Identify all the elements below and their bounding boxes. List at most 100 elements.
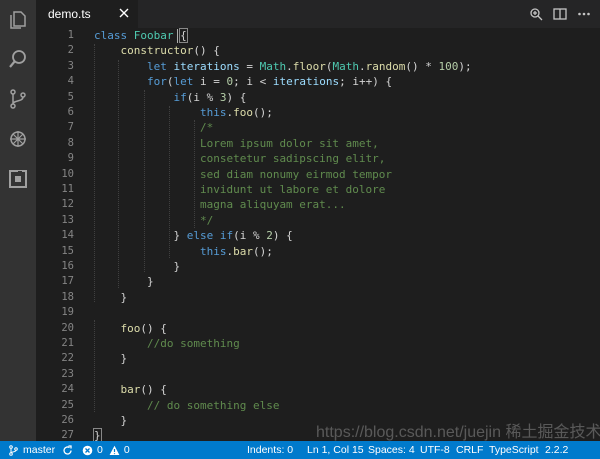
code-line-4: for(let i = 0; i < iterations; i++) { [94, 74, 392, 89]
code-line-17: } [94, 274, 154, 289]
token-punct: (); [252, 244, 273, 258]
token-keyword: if [219, 229, 234, 243]
code-line-7: /* [94, 120, 213, 135]
token-punct: = [239, 59, 260, 73]
token-number: 100 [438, 59, 459, 73]
token-comment: //do something [146, 337, 240, 350]
split-editor-icon[interactable] [552, 6, 568, 22]
error-count: 0 [97, 444, 103, 456]
sync-icon[interactable] [62, 441, 77, 459]
text-cursor [177, 29, 178, 43]
problems-indicator[interactable]: 0 0 [82, 441, 130, 459]
open-changes-icon[interactable] [528, 6, 544, 22]
code-line-3: let iterations = Math.floor(Math.random(… [94, 59, 472, 74]
line-number: 22 [61, 352, 74, 365]
cursor-position-status[interactable]: Ln 1, Col 15 [307, 441, 364, 459]
matched-bracket: { [179, 28, 188, 43]
token-comment: // do something else [146, 398, 280, 412]
token-punct: () * [405, 59, 439, 73]
token-class-name: Foobar [133, 29, 174, 42]
line-number: 15 [61, 244, 74, 257]
code-line-25: // do something else [94, 398, 279, 413]
token-punct: } [173, 229, 187, 243]
tab-demo-ts[interactable]: demo.ts [36, 0, 138, 28]
token-variable: iterations [173, 59, 240, 73]
line-number: 4 [67, 75, 74, 88]
token-variable: iterations [272, 75, 340, 89]
token-punct: () { [140, 321, 167, 335]
branch-indicator[interactable]: master [8, 441, 55, 459]
close-icon[interactable] [118, 7, 130, 19]
line-number: 18 [61, 290, 74, 303]
token-punct: ); [458, 59, 472, 73]
language-status[interactable]: TypeScript [489, 441, 539, 459]
code-line-20: foo() { [94, 321, 167, 336]
line-number: 26 [61, 414, 74, 426]
encoding-status[interactable]: UTF-8 [420, 441, 450, 459]
code-line-26: } [94, 413, 128, 428]
token-punct: ) { [272, 229, 293, 243]
line-number: 3 [67, 59, 74, 72]
token-comment: sed diam nonumy eirmod tempor [199, 167, 393, 181]
code-line-24: bar() { [94, 382, 167, 397]
token-function: foo [120, 321, 141, 335]
activity-bar [0, 0, 36, 441]
code-line-14: } else if(i % 2) { [94, 228, 293, 243]
token-punct: ) { [226, 90, 247, 104]
line-number-gutter: 1 2 3 4 5 6 7 8 9 10 11 12 13 14 15 16 17 18 19 20 21 22 23 24 2… [36, 28, 84, 441]
more-actions-icon[interactable] [576, 6, 592, 22]
token-comment: */ [199, 213, 214, 227]
git-branch-icon [9, 444, 18, 456]
code-line-11: invidunt ut labore et dolore [94, 182, 385, 197]
token-keyword: this [199, 244, 227, 258]
extensions-icon[interactable] [7, 168, 29, 190]
search-icon[interactable] [7, 48, 29, 70]
branch-name: master [23, 444, 56, 456]
line-number: 13 [61, 213, 74, 226]
line-number: 1 [67, 29, 74, 41]
token-punct: () { [193, 44, 220, 58]
line-number: 7 [67, 121, 74, 134]
code-line-13: */ [94, 213, 213, 228]
token-punct: () { [140, 383, 167, 397]
code-line-12: magna aliquyam erat... [94, 197, 346, 212]
line-number: 5 [67, 90, 74, 103]
source-control-icon[interactable] [7, 88, 29, 110]
token-keyword: this [199, 106, 227, 119]
token-punct: } [146, 275, 154, 289]
debug-icon[interactable] [7, 128, 29, 150]
code-line-1: class Foobar { [94, 28, 188, 43]
files-icon[interactable] [7, 9, 29, 31]
token-comment: magna aliquyam erat... [199, 198, 346, 212]
line-number: 10 [61, 167, 74, 180]
token-punct: } [120, 290, 128, 304]
code-line-2: constructor() { [94, 43, 220, 58]
token-keyword: for [146, 75, 167, 89]
token-punct: . [286, 59, 293, 73]
token-comment: /* [199, 121, 214, 135]
line-number: 20 [61, 321, 74, 334]
token-punct: } [120, 414, 128, 427]
token-function: bar [120, 383, 141, 397]
line-number: 6 [67, 106, 74, 118]
status-bar: master 0 0 Indents: 0 Ln 1, Col 15 Space… [0, 441, 600, 459]
warning-count: 0 [123, 444, 130, 456]
code-line-15: this.bar(); [94, 244, 273, 259]
token-punct: i = [193, 75, 227, 89]
token-class-name: Math [259, 59, 287, 73]
line-number: 17 [61, 275, 74, 288]
tab-bar: demo.ts [36, 0, 600, 28]
watermark: https://blog.csdn.net/juejin 稀土掘金技术社区 [316, 424, 600, 441]
indentation-status[interactable]: Indents: 0 [247, 441, 293, 459]
line-number: 19 [61, 306, 74, 319]
editor[interactable]: 1 2 3 4 5 6 7 8 9 10 11 12 13 14 15 16 17 18 19 20 21 22 23 24 2… [36, 28, 600, 444]
token-punct [213, 229, 220, 242]
token-keyword: else [186, 229, 214, 243]
error-icon [82, 445, 93, 455]
line-number: 21 [61, 337, 74, 349]
typescript-version-status[interactable]: 2.2.2 [545, 441, 568, 459]
code-line-8: Lorem ipsum dolor sit amet, [94, 136, 379, 151]
eol-status[interactable]: CRLF [456, 441, 483, 459]
spaces-status[interactable]: Spaces: 4 [368, 441, 415, 459]
token-keyword: let [146, 59, 167, 73]
